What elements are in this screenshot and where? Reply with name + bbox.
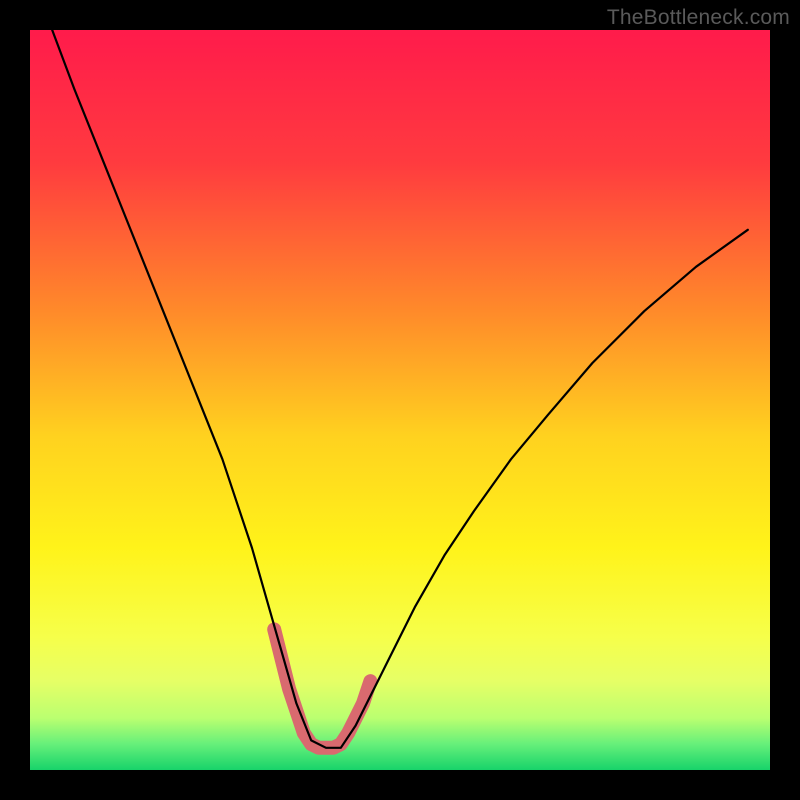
bottleneck-chart [0, 0, 800, 800]
chart-container: TheBottleneck.com [0, 0, 800, 800]
plot-background [30, 30, 770, 770]
watermark-label: TheBottleneck.com [607, 6, 790, 30]
